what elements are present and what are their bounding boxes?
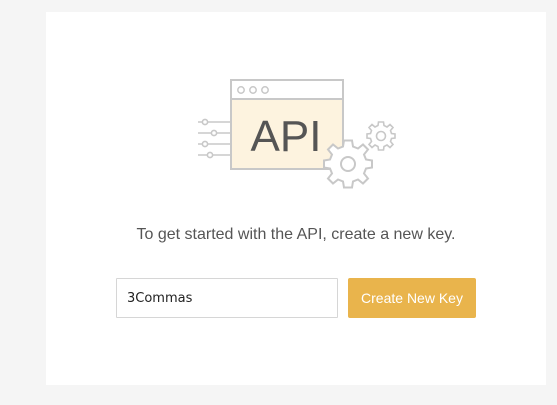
- getting-started-message: To get started with the API, create a ne…: [136, 226, 456, 243]
- connector-lines: [198, 118, 230, 159]
- api-window-with-gears-icon: API: [198, 79, 396, 189]
- api-illustration: API: [196, 78, 396, 198]
- api-label: API: [251, 112, 322, 161]
- large-gear-icon: [323, 139, 373, 189]
- create-new-key-button[interactable]: Create New Key: [348, 278, 476, 318]
- window-titlebar: [230, 79, 344, 100]
- key-name-input[interactable]: [116, 278, 338, 318]
- api-keys-card: API To get started with the API, create …: [46, 12, 546, 385]
- small-gear-icon: [366, 121, 396, 151]
